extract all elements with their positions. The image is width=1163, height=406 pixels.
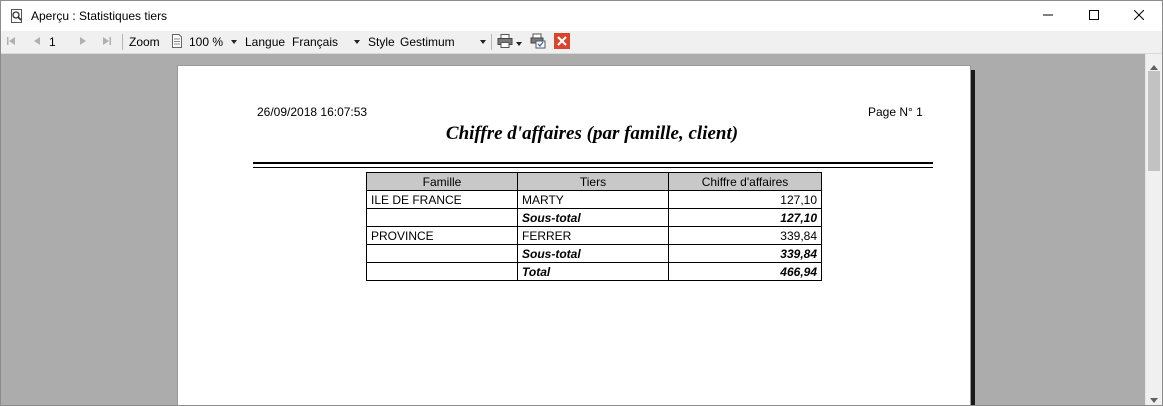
report-table: Famille Tiers Chiffre d'affaires ILE DE … xyxy=(366,172,822,281)
tiers-cell: FERRER xyxy=(517,226,669,245)
ca-cell: 127,10 xyxy=(668,208,822,227)
ca-cell: 339,84 xyxy=(668,226,822,245)
language-label: Langue xyxy=(245,35,286,49)
tiers-cell: Sous-total xyxy=(517,244,669,263)
first-page-icon xyxy=(5,35,17,50)
ca-cell: 339,84 xyxy=(668,244,822,263)
tiers-cell: Sous-total xyxy=(517,208,669,227)
preview-window: Aperçu : Statistiques tiers 1 Zoom 100 %… xyxy=(0,0,1163,406)
maximize-button[interactable] xyxy=(1071,1,1117,31)
toolbar-separator xyxy=(122,34,123,50)
close-button[interactable] xyxy=(1116,1,1162,31)
report-title: Chiffre d'affaires (par famille, client) xyxy=(445,123,739,144)
next-page-icon xyxy=(77,35,89,50)
previous-page-button[interactable] xyxy=(31,31,43,53)
scrollbar-thumb[interactable] xyxy=(1148,71,1160,171)
famille-cell xyxy=(366,244,518,263)
chevron-down-icon xyxy=(480,40,486,44)
close-preview-button[interactable] xyxy=(554,31,570,53)
chevron-down-icon xyxy=(231,40,237,44)
print-button[interactable] xyxy=(497,31,513,53)
report-page: 26/09/2018 16:07:53 Page N° 1 Chiffre d'… xyxy=(177,65,971,405)
language-value: Français xyxy=(292,35,339,49)
chevron-down-icon xyxy=(516,35,522,49)
title-bar[interactable]: Aperçu : Statistiques tiers xyxy=(1,1,1162,31)
window-title: Aperçu : Statistiques tiers xyxy=(31,9,168,23)
report-date: 26/09/2018 16:07:53 xyxy=(257,105,368,119)
page-view-button[interactable] xyxy=(171,31,183,53)
language-select[interactable]: Français xyxy=(292,33,362,51)
famille-cell: PROVINCE xyxy=(366,226,518,245)
style-value: Gestimum xyxy=(400,35,455,49)
style-select[interactable]: Gestimum xyxy=(400,33,488,51)
last-page-button[interactable] xyxy=(101,31,113,53)
first-page-button[interactable] xyxy=(5,31,17,53)
close-icon xyxy=(1133,9,1145,23)
subtotal-row: Sous-total 127,10 xyxy=(366,208,822,227)
next-page-button[interactable] xyxy=(77,31,89,53)
close-preview-icon xyxy=(554,32,570,52)
page-number-label: Page N° 1 xyxy=(868,105,923,119)
preview-viewport[interactable]: 26/09/2018 16:07:53 Page N° 1 Chiffre d'… xyxy=(1,54,1145,405)
column-header-tiers: Tiers xyxy=(517,172,669,191)
total-row: Total 466,94 xyxy=(366,262,822,281)
print-options-dropdown[interactable] xyxy=(516,31,522,53)
print-setup-button[interactable] xyxy=(530,31,546,53)
famille-cell: ILE DE FRANCE xyxy=(366,190,518,209)
tiers-cell: MARTY xyxy=(517,190,669,209)
title-rule xyxy=(253,162,933,164)
famille-cell xyxy=(366,208,518,227)
column-header-famille: Famille xyxy=(366,172,518,191)
minimize-icon xyxy=(1043,9,1053,23)
maximize-icon xyxy=(1089,9,1099,23)
tiers-cell: Total xyxy=(517,262,669,281)
zoom-label: Zoom xyxy=(129,35,160,49)
style-label: Style xyxy=(368,35,395,49)
column-header-chiffre: Chiffre d'affaires xyxy=(668,172,822,191)
chevron-down-icon xyxy=(354,40,360,44)
toolbar-separator xyxy=(491,34,492,50)
page-icon xyxy=(171,33,183,51)
preview-toolbar: 1 Zoom 100 % Langue Français Style Gesti… xyxy=(1,31,1162,54)
table-row: ILE DE FRANCE MARTY 127,10 xyxy=(366,190,822,209)
table-header-row: Famille Tiers Chiffre d'affaires xyxy=(366,172,822,191)
table-row: PROVINCE FERRER 339,84 xyxy=(366,226,822,245)
minimize-button[interactable] xyxy=(1025,1,1071,31)
subtotal-row: Sous-total 339,84 xyxy=(366,244,822,263)
page-number-field[interactable]: 1 xyxy=(49,31,56,53)
print-setup-icon xyxy=(530,33,546,52)
vertical-scrollbar[interactable] xyxy=(1145,54,1162,405)
preview-magnifier-icon xyxy=(9,8,25,24)
previous-page-icon xyxy=(31,35,43,50)
title-rule xyxy=(253,167,933,168)
ca-cell: 466,94 xyxy=(668,262,822,281)
last-page-icon xyxy=(101,35,113,50)
zoom-value: 100 % xyxy=(189,35,224,49)
scroll-down-icon[interactable] xyxy=(1150,392,1158,405)
printer-icon xyxy=(497,33,513,51)
ca-cell: 127,10 xyxy=(668,190,822,209)
zoom-select[interactable]: 100 % xyxy=(189,33,239,51)
famille-cell xyxy=(366,262,518,281)
